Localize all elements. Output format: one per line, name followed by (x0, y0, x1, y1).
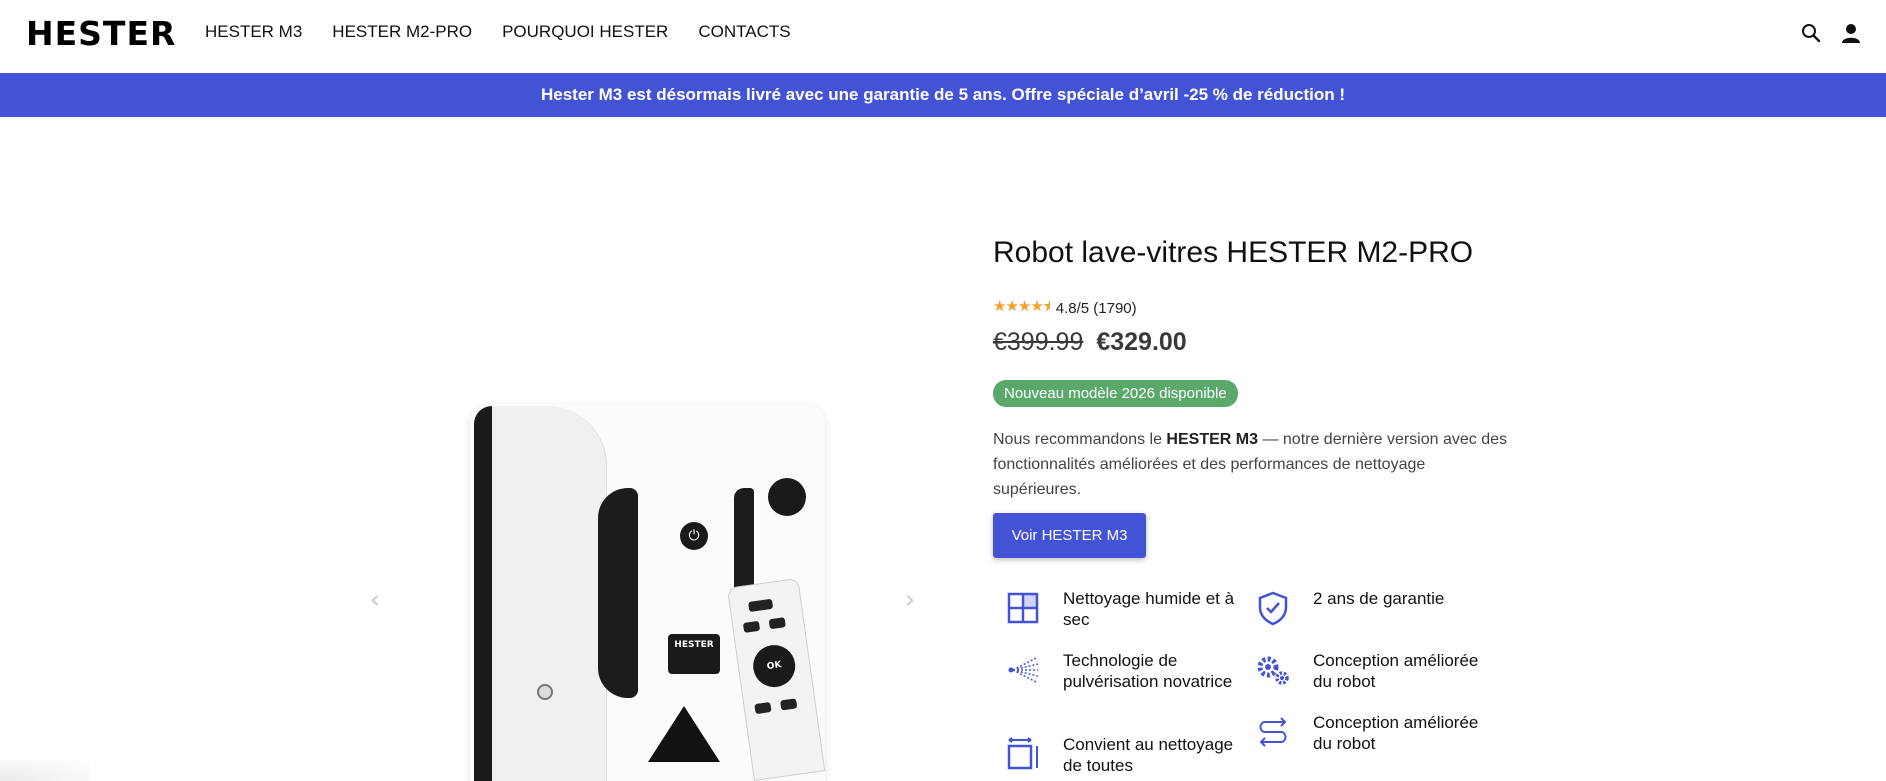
remote-dpad: OK (750, 642, 798, 690)
site-header: HESTER HESTER M3 HESTER M2-PRO POURQUOI … (0, 0, 1886, 73)
price-block: €399.99 €329.00 (993, 328, 1187, 357)
view-hester-m3-button[interactable]: Voir HESTER M3 (993, 513, 1146, 558)
nav-item-hester-m2-pro[interactable]: HESTER M2-PRO (332, 22, 472, 42)
feature-item: Conception améliorée du robot (1255, 712, 1493, 754)
search-icon[interactable] (1800, 22, 1822, 44)
remote-button (748, 598, 774, 612)
old-price: €399.99 (993, 328, 1084, 356)
product-rating[interactable]: ★★★★⯨ 4.8/5 (1790) (993, 296, 1137, 321)
description-bold: HESTER M3 (1166, 431, 1258, 448)
gears-icon (1255, 652, 1293, 690)
feature-label: Nettoyage humide et à sec (1063, 589, 1235, 629)
route-arrows-icon (1255, 714, 1293, 752)
product-title: Robot lave-vitres HESTER M2-PRO (993, 236, 1474, 269)
robot-sensor (768, 478, 806, 516)
feature-item: 2 ans de garantie (1255, 588, 1493, 628)
spray-icon (1005, 652, 1043, 690)
robot-side-panel (492, 406, 607, 781)
rating-text: 4.8/5 (1790) (1055, 300, 1137, 317)
nav-item-hester-m3[interactable]: HESTER M3 (205, 22, 302, 42)
caution-icon (648, 706, 720, 762)
nav-item-contacts[interactable]: CONTACTS (698, 22, 790, 42)
feature-label: Convient au nettoyage de toutes (1063, 735, 1234, 775)
remote-button (780, 698, 798, 711)
resize-icon (1005, 736, 1043, 774)
sale-price: €329.00 (1096, 328, 1187, 356)
feature-label: Conception améliorée du robot (1313, 713, 1479, 753)
robot-brand-label: HESTER (668, 634, 720, 674)
power-icon: ⏻ (680, 522, 708, 550)
user-icon[interactable] (1840, 22, 1862, 44)
product-description: Nous recommandons le HESTER M3 — notre d… (993, 427, 1508, 502)
site-logo[interactable]: HESTER (26, 14, 176, 53)
gallery-prev-arrow[interactable]: ‹ (363, 580, 387, 620)
feature-item: Nettoyage humide et à sec (1005, 588, 1243, 630)
description-text: Nous recommandons le (993, 431, 1167, 448)
gallery-next-arrow[interactable]: › (898, 580, 922, 620)
announcement-bar: Hester M3 est désormais livré avec une g… (0, 73, 1886, 117)
feature-item: Conception améliorée du robot (1255, 650, 1493, 692)
announcement-text: Hester M3 est désormais livré avec une g… (540, 85, 1346, 104)
corner-shadow (0, 760, 90, 781)
main-nav: HESTER M3 HESTER M2-PRO POURQUOI HESTER … (205, 22, 821, 42)
star-rating-icon: ★★★★⯨ (993, 297, 1051, 315)
feature-item: Convient au nettoyage de toutes (1005, 734, 1243, 776)
feature-label: Conception améliorée du robot (1313, 651, 1479, 691)
new-model-badge: Nouveau modèle 2026 disponible (993, 380, 1238, 407)
feature-label: Technologie de pulvérisation novatrice (1063, 651, 1233, 691)
remote-button (754, 701, 772, 715)
grid-window-icon (1005, 590, 1043, 628)
robot-screw (537, 684, 553, 700)
feature-label: 2 ans de garantie (1313, 589, 1445, 608)
nav-item-pourquoi-hester[interactable]: POURQUOI HESTER (502, 22, 668, 42)
robot-grip-left (598, 488, 638, 698)
shield-check-icon (1255, 590, 1293, 628)
remote-button (742, 620, 761, 633)
product-info: Robot lave-vitres HESTER M2-PRO ★★★★⯨ 4.… (993, 232, 1513, 775)
remote-button (768, 617, 786, 630)
feature-item: Technologie de pulvérisation novatrice (1005, 650, 1243, 692)
